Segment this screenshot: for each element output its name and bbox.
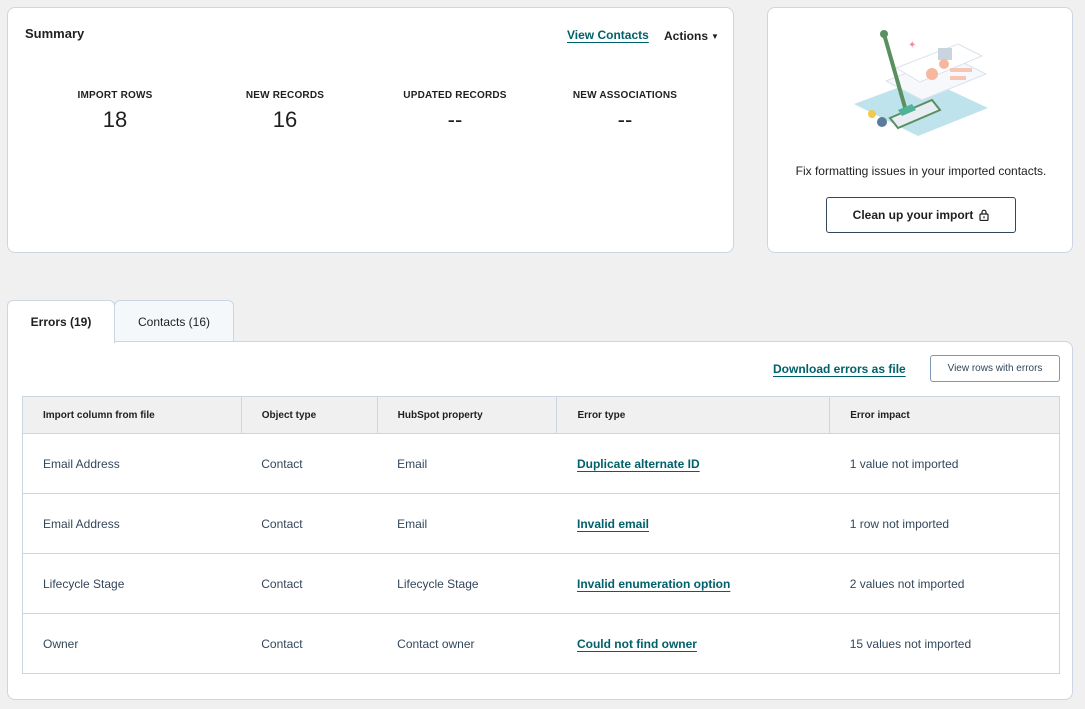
svg-text:✦: ✦ [908, 40, 916, 51]
cell-import-column: Owner [22, 613, 242, 674]
cell-object-type: Contact [241, 493, 378, 554]
download-errors-link[interactable]: Download errors as file [773, 362, 906, 376]
stat-value: -- [447, 107, 463, 132]
stat-label: NEW ASSOCIATIONS [572, 90, 678, 101]
stat-label: NEW RECORDS [245, 90, 325, 101]
error-type-link[interactable]: Duplicate alternate ID [577, 457, 700, 471]
button-label: Clean up your import [852, 208, 974, 222]
column-header[interactable]: HubSpot property [376, 396, 558, 434]
stat-value: -- [617, 107, 633, 132]
stat-new-associations: NEW ASSOCIATIONS -- [535, 90, 715, 133]
cell-object-type: Contact [241, 553, 378, 614]
errors-table: Import column from file Object type HubS… [22, 396, 1060, 674]
cell-error-impact: 15 values not imported [829, 613, 1060, 674]
view-rows-with-errors-button[interactable]: View rows with errors [930, 355, 1060, 382]
stat-new-records: NEW RECORDS 16 [195, 90, 375, 133]
cell-error-type: Invalid enumeration option [556, 553, 830, 614]
column-header[interactable]: Error impact [829, 396, 1060, 434]
summary-title: Summary [25, 26, 85, 41]
actions-label: Actions [664, 29, 709, 43]
cell-object-type: Contact [241, 433, 378, 494]
stat-value: 16 [272, 107, 298, 132]
promo-text: Fix formatting issues in your imported c… [795, 164, 1047, 178]
caret-down-icon: ▼ [711, 32, 719, 41]
view-contacts-link[interactable]: View Contacts [567, 28, 649, 42]
column-header[interactable]: Object type [240, 396, 378, 434]
cell-error-impact: 2 values not imported [829, 553, 1060, 614]
cell-error-type: Could not find owner [556, 613, 830, 674]
cell-hubspot-property: Email [377, 433, 557, 494]
cell-hubspot-property: Lifecycle Stage [377, 553, 557, 614]
error-type-link[interactable]: Invalid enumeration option [577, 577, 730, 591]
cell-hubspot-property: Contact owner [377, 613, 557, 674]
stat-import-rows: IMPORT ROWS 18 [25, 90, 205, 133]
cell-error-type: Invalid email [556, 493, 830, 554]
cell-hubspot-property: Email [377, 493, 557, 554]
errors-panel: Download errors as file View rows with e… [7, 341, 1073, 700]
error-type-link[interactable]: Invalid email [577, 517, 649, 531]
cell-error-type: Duplicate alternate ID [556, 433, 830, 494]
table-row: Email Address Contact Email Invalid emai… [22, 493, 1060, 554]
cell-import-column: Lifecycle Stage [22, 553, 242, 614]
stat-label: UPDATED RECORDS [403, 90, 507, 101]
cell-error-impact: 1 row not imported [829, 493, 1060, 554]
stat-value: 18 [102, 107, 128, 132]
cell-error-impact: 1 value not imported [829, 433, 1060, 494]
column-header[interactable]: Error type [556, 396, 831, 434]
cell-import-column: Email Address [22, 433, 242, 494]
stat-updated-records: UPDATED RECORDS -- [365, 90, 545, 133]
error-type-link[interactable]: Could not find owner [577, 637, 697, 651]
table-row: Lifecycle Stage Contact Lifecycle Stage … [22, 553, 1060, 614]
cleanup-promo-card: ✦ Fix formatting issues in your imported… [767, 7, 1073, 253]
cell-object-type: Contact [241, 613, 378, 674]
table-row: Owner Contact Contact owner Could not fi… [22, 613, 1060, 674]
actions-dropdown[interactable]: Actions ▼ [664, 29, 719, 43]
lock-icon [979, 209, 989, 221]
mop-cleanup-illustration: ✦ [854, 30, 988, 136]
table-header-row: Import column from file Object type HubS… [22, 396, 1060, 434]
stat-label: IMPORT ROWS [77, 90, 153, 101]
column-header[interactable]: Import column from file [22, 396, 242, 434]
cell-import-column: Email Address [22, 493, 242, 554]
clean-up-import-button[interactable]: Clean up your import [826, 197, 1016, 233]
tab-errors[interactable]: Errors (19) [7, 300, 115, 343]
tab-contacts[interactable]: Contacts (16) [114, 300, 234, 342]
table-row: Email Address Contact Email Duplicate al… [22, 433, 1060, 494]
summary-card: Summary View Contacts Actions ▼ IMPORT RO… [7, 7, 734, 253]
